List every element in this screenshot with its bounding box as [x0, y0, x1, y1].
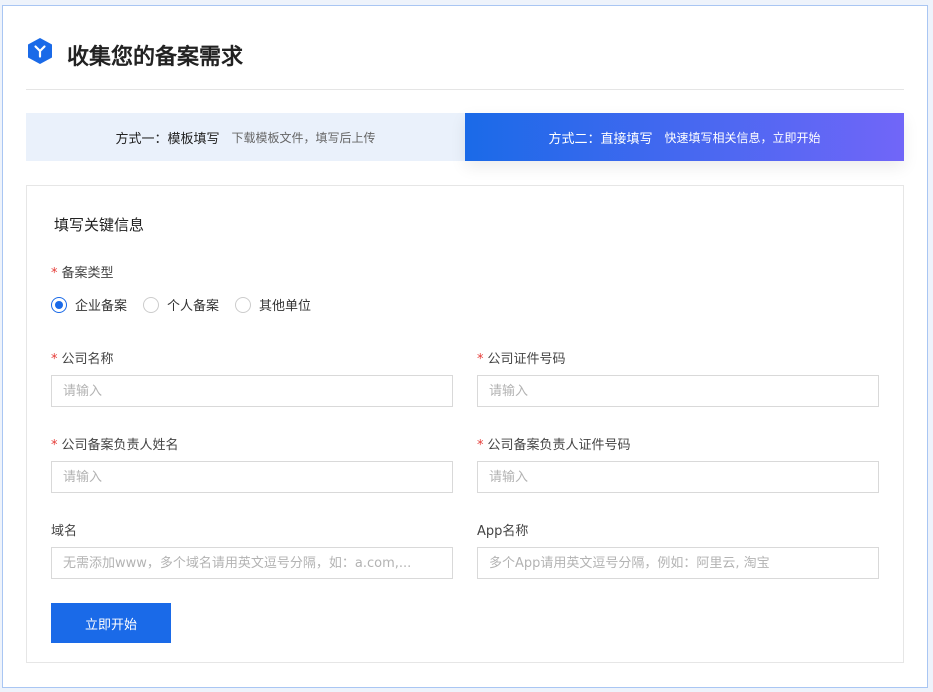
- tab-label: 方式一：模板填写: [115, 131, 220, 147]
- divider: [26, 89, 904, 90]
- app-name-input[interactable]: [477, 547, 879, 579]
- principal-name-label: * 公司备案负责人姓名: [51, 438, 179, 453]
- radio-checked-icon: [51, 296, 67, 313]
- filing-form: 填写关键信息 *备案类型 企业备案 个人备案 其他单位 *公司名称 *公司证件号…: [26, 185, 904, 663]
- filing-type-radio-group: 企业备案 个人备案 其他单位: [51, 295, 327, 314]
- domain-label: 域名: [51, 524, 78, 539]
- start-button[interactable]: 立即开始: [51, 603, 171, 643]
- company-name-input[interactable]: [51, 375, 453, 407]
- domain-input[interactable]: [51, 547, 453, 579]
- filing-type-label: * 备案类型: [51, 266, 114, 281]
- tab-subtitle: 快速填写相关信息，立即开始: [664, 130, 821, 145]
- app-name-label: App名称: [477, 524, 529, 539]
- principal-id-input[interactable]: [477, 461, 879, 493]
- tab-direct-fill[interactable]: 方式二：直接填写 快速填写相关信息，立即开始: [465, 113, 904, 161]
- window: 收集您的备案需求 方式一：模板填写 下载模板文件，填写后上传 方式二：直接填写 …: [2, 5, 928, 688]
- radio-personal[interactable]: 个人备案: [143, 295, 219, 314]
- principal-name-input[interactable]: [51, 461, 453, 493]
- tab-label: 方式二：直接填写: [548, 131, 653, 147]
- tab-template-fill[interactable]: 方式一：模板填写 下载模板文件，填写后上传: [26, 113, 465, 161]
- principal-id-label: * 公司备案负责人证件号码: [477, 438, 631, 453]
- company-name-label: * 公司名称: [51, 352, 114, 367]
- section-title: 填写关键信息: [54, 216, 145, 234]
- tab-subtitle: 下载模板文件，填写后上传: [231, 130, 376, 145]
- page-title: 收集您的备案需求: [67, 45, 244, 70]
- radio-other[interactable]: 其他单位: [235, 295, 311, 314]
- radio-unchecked-icon: [235, 296, 252, 313]
- hexagon-logo-icon: [28, 38, 52, 64]
- radio-unchecked-icon: [143, 296, 160, 313]
- radio-enterprise[interactable]: 企业备案: [51, 295, 127, 314]
- company-id-input[interactable]: [477, 375, 879, 407]
- company-id-label: * 公司证件号码: [477, 352, 566, 367]
